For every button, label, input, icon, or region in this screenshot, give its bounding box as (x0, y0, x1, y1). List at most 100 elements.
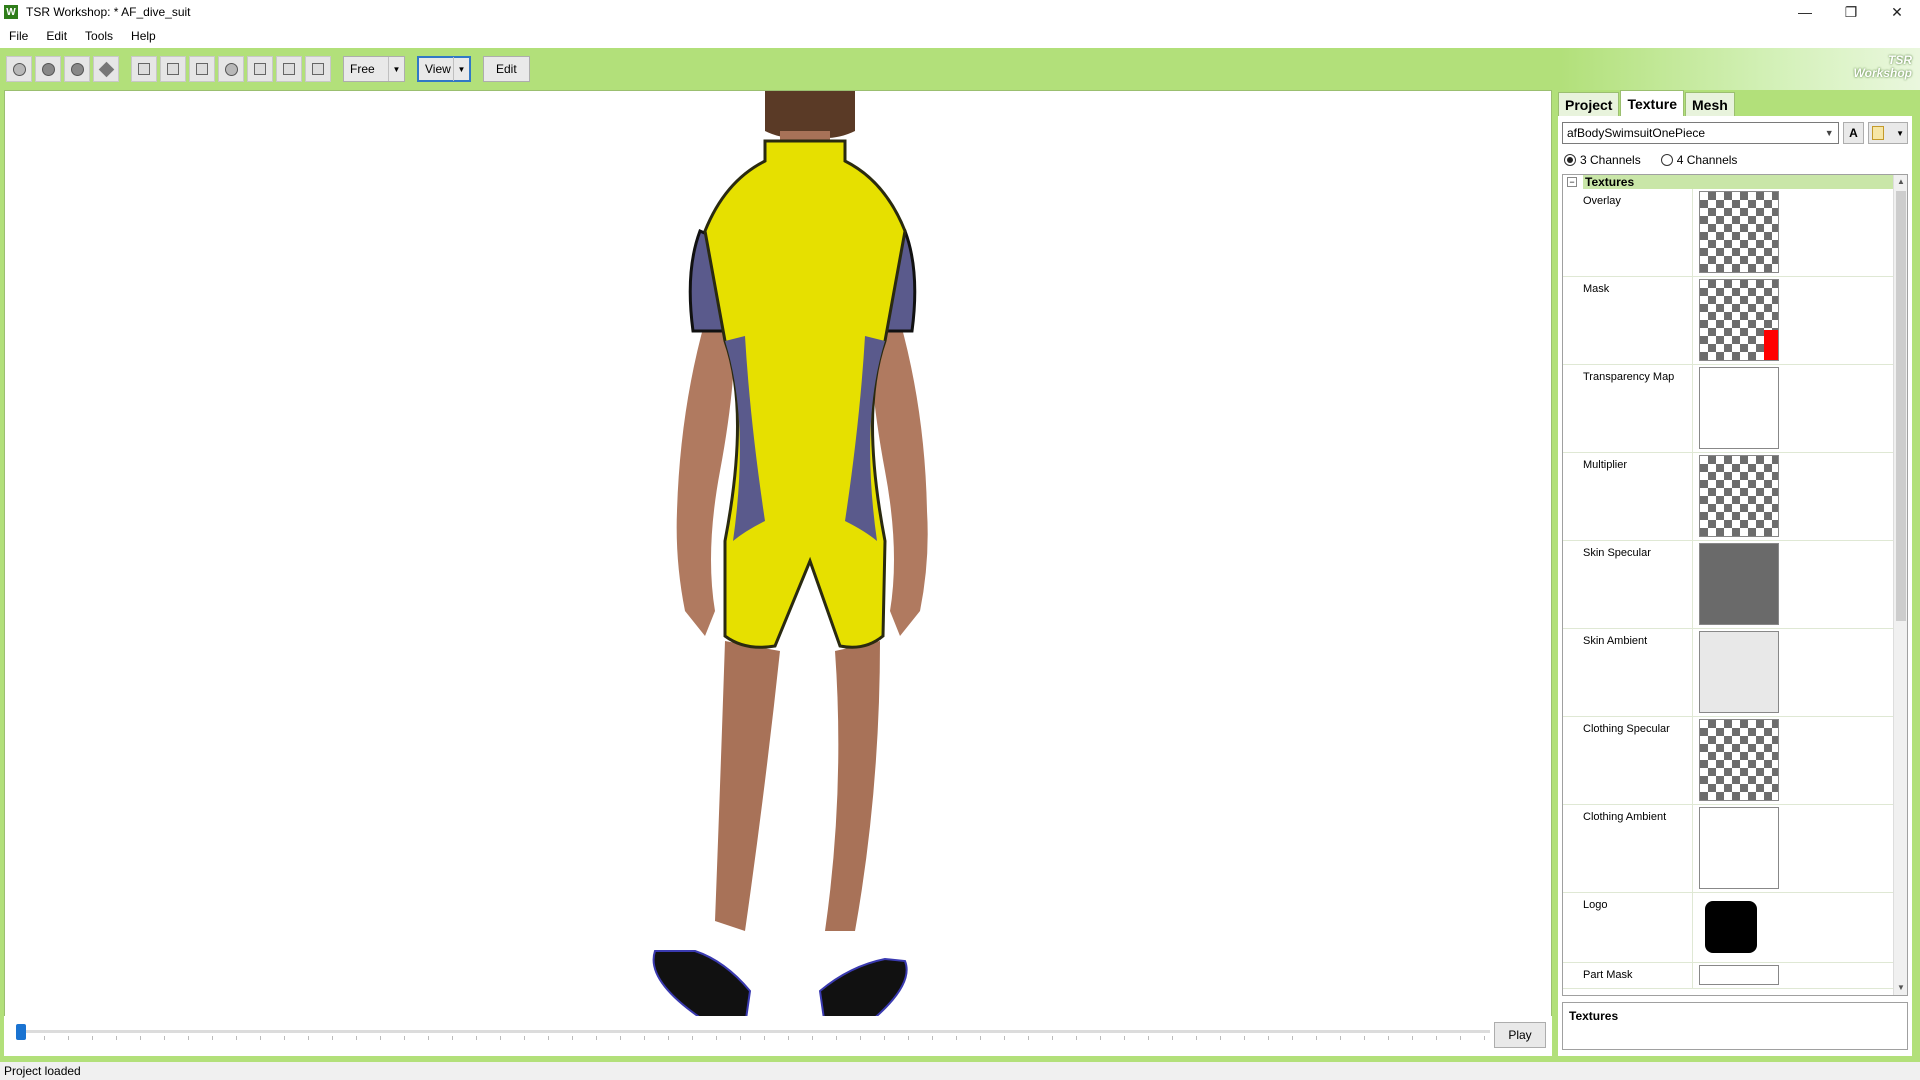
diamond-icon (98, 61, 114, 77)
texture-label: Multiplier (1563, 453, 1693, 540)
texture-row-mask[interactable]: Mask (1563, 277, 1893, 365)
chevron-down-icon: ▼ (1896, 128, 1904, 138)
radio-3-channels[interactable]: 3 Channels (1564, 153, 1641, 167)
view-dropdown[interactable]: View ▼ (417, 56, 471, 82)
texture-thumbnail[interactable] (1705, 901, 1757, 953)
bounding-toggle-button[interactable] (218, 56, 244, 82)
texture-row-overlay[interactable]: Overlay (1563, 189, 1893, 277)
scrollbar-thumb[interactable] (1896, 191, 1906, 621)
texture-thumbnail[interactable] (1699, 367, 1779, 449)
texture-thumbnail[interactable] (1699, 719, 1779, 801)
description-title: Textures (1569, 1009, 1619, 1023)
bones-toggle-button[interactable] (247, 56, 273, 82)
view-value: View (425, 62, 451, 76)
channels-radio-group: 3 Channels 4 Channels (1564, 152, 1737, 168)
app-icon: W (4, 5, 18, 19)
shading-wire-button[interactable] (93, 56, 119, 82)
mask-red-region (1764, 330, 1778, 360)
texture-row-skin-ambient[interactable]: Skin Ambient (1563, 629, 1893, 717)
chevron-down-icon: ▼ (453, 57, 469, 81)
tsr-workshop-logo: TSR Workshop (1854, 54, 1912, 80)
texture-thumbnail[interactable] (1699, 455, 1779, 537)
shading-smooth-button[interactable] (35, 56, 61, 82)
bones-icon (254, 63, 266, 75)
shading-textured-button[interactable] (64, 56, 90, 82)
radio-selected-icon (1564, 154, 1576, 166)
tab-mesh[interactable]: Mesh (1685, 92, 1735, 116)
scroll-down-icon[interactable]: ▼ (1894, 981, 1907, 995)
model-left-leg (715, 641, 780, 931)
texture-thumbnail[interactable] (1699, 807, 1779, 889)
texture-row-clothing-specular[interactable]: Clothing Specular (1563, 717, 1893, 805)
restore-button[interactable]: ❐ (1828, 0, 1874, 24)
texture-thumbnail[interactable] (1699, 965, 1779, 985)
file-icon (1872, 126, 1885, 140)
auto-button[interactable]: A (1842, 122, 1865, 144)
sphere-icon (41, 62, 55, 76)
3d-viewport[interactable] (4, 90, 1552, 1054)
chevron-down-icon: ▼ (1824, 128, 1834, 138)
texture-label: Clothing Ambient (1563, 805, 1693, 892)
logo-line-2: Workshop (1853, 66, 1912, 80)
texture-property-grid: − Textures Overlay Mask Transparency Map… (1562, 174, 1908, 996)
menu-help[interactable]: Help (122, 24, 165, 48)
texture-row-transparency-map[interactable]: Transparency Map (1563, 365, 1893, 453)
floor-toggle-button[interactable] (189, 56, 215, 82)
texture-label: Mask (1563, 277, 1693, 364)
play-button[interactable]: Play (1494, 1022, 1546, 1048)
texture-selector-value: afBodySwimsuitOnePiece (1567, 126, 1706, 140)
shadow-toggle-button[interactable] (276, 56, 302, 82)
shadow-icon (283, 63, 295, 75)
property-description: Textures (1562, 1002, 1908, 1050)
camera-mode-value: Free (350, 62, 375, 76)
timeline-track[interactable] (20, 1030, 1490, 1033)
bone-tool-button[interactable] (305, 56, 331, 82)
texture-rows: Overlay Mask Transparency Map Multiplier… (1563, 189, 1893, 989)
radio-4-channels[interactable]: 4 Channels (1660, 153, 1737, 167)
close-button[interactable]: ✕ (1874, 0, 1920, 24)
shading-flat-button[interactable] (6, 56, 32, 82)
timeline-ticks (20, 1036, 1490, 1040)
texture-row-part-mask[interactable]: Part Mask (1563, 963, 1893, 989)
timeline-scrubber[interactable] (16, 1024, 26, 1040)
texture-row-multiplier[interactable]: Multiplier (1563, 453, 1893, 541)
status-text: Project loaded (4, 1064, 81, 1078)
model-render (652, 91, 928, 1028)
tab-project[interactable]: Project (1558, 92, 1620, 116)
edit-button[interactable]: Edit (483, 56, 530, 82)
window-controls: — ❐ ✕ (1782, 0, 1920, 24)
menu-edit[interactable]: Edit (37, 24, 76, 48)
grid-icon (138, 63, 150, 75)
texture-row-skin-specular[interactable]: Skin Specular (1563, 541, 1893, 629)
grid-toggle-button[interactable] (131, 56, 157, 82)
texture-thumbnail[interactable] (1699, 543, 1779, 625)
model-suit (703, 139, 907, 649)
tab-texture[interactable]: Texture (1620, 90, 1685, 116)
camera-mode-dropdown[interactable]: Free ▼ (343, 56, 405, 82)
skeleton-icon (167, 63, 179, 75)
sphere-light-icon (12, 62, 26, 76)
radio-unselected-icon (1660, 154, 1673, 166)
new-file-button[interactable]: ▼ (1868, 122, 1908, 144)
textures-section-title: Textures (1583, 175, 1893, 189)
texture-row-logo[interactable]: Logo (1563, 893, 1893, 963)
properties-panel: Project Texture Mesh afBodySwimsuitOnePi… (1558, 90, 1912, 1056)
menu-file[interactable]: File (0, 24, 37, 48)
texture-selector-dropdown[interactable]: afBodySwimsuitOnePiece ▼ (1562, 122, 1839, 144)
collapse-icon[interactable]: − (1567, 177, 1577, 187)
texture-label: Overlay (1563, 189, 1693, 276)
texture-thumbnail[interactable] (1699, 631, 1779, 713)
scroll-up-icon[interactable]: ▲ (1894, 175, 1907, 189)
toolbar-band: TSR Workshop Free ▼ View ▼ Edit (0, 48, 1920, 90)
menu-tools[interactable]: Tools (76, 24, 122, 48)
toolbar: Free ▼ View ▼ Edit (6, 56, 530, 82)
vertical-scrollbar[interactable]: ▲ ▼ (1893, 175, 1907, 995)
texture-label: Part Mask (1563, 963, 1693, 988)
texture-thumbnail[interactable] (1699, 279, 1779, 361)
skeleton-toggle-button[interactable] (160, 56, 186, 82)
texture-thumbnail[interactable] (1699, 191, 1779, 273)
texture-row-clothing-ambient[interactable]: Clothing Ambient (1563, 805, 1893, 893)
textures-section-header[interactable]: − Textures (1563, 175, 1907, 189)
chevron-down-icon: ▼ (388, 57, 404, 81)
minimize-button[interactable]: — (1782, 0, 1828, 24)
